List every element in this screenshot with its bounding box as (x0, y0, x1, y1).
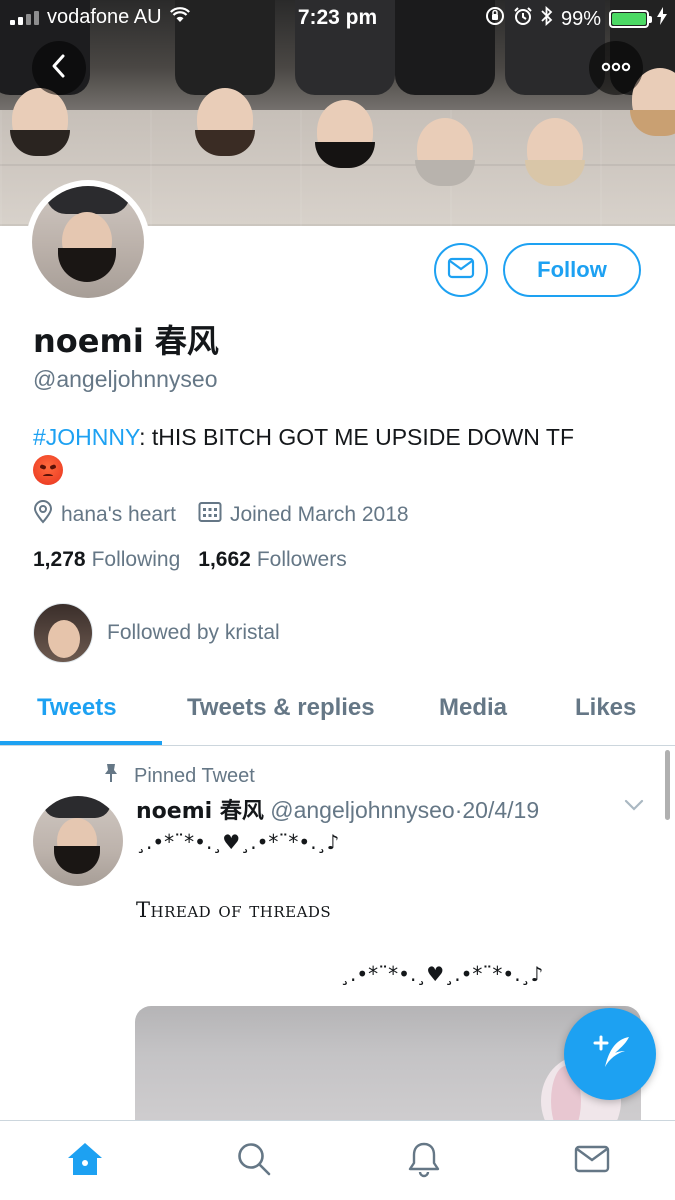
nav-home[interactable] (65, 1141, 105, 1181)
pinned-label-row: Pinned Tweet (102, 763, 255, 789)
profile-name: noemi 春风 (33, 322, 219, 360)
followers-link[interactable]: 1,662 Followers (198, 548, 346, 572)
bio-hashtag-link[interactable]: #JOHNNY (33, 424, 139, 450)
home-icon (66, 1141, 104, 1182)
followed-by-row[interactable]: Followed by kristal (33, 603, 280, 663)
followers-count: 1,662 (198, 548, 251, 571)
bluetooth-icon (541, 5, 553, 32)
bio-text: : tHIS BITCH GOT ME UPSIDE DOWN TF (139, 424, 574, 450)
tweet-options-button[interactable] (623, 798, 645, 817)
angry-face-emoji-icon (33, 455, 63, 485)
scrollbar[interactable] (665, 750, 670, 820)
search-icon (236, 1141, 272, 1182)
status-bar: vodafone AU 7:23 pm 99% (0, 0, 675, 36)
bottom-navigation (0, 1120, 675, 1200)
profile-tabs: Tweets Tweets & replies Media Likes (0, 680, 675, 746)
pin-icon (102, 763, 120, 789)
following-count: 1,278 (33, 548, 86, 571)
more-options-button[interactable] (589, 41, 643, 95)
tweet-text-line: Thread of threads (136, 898, 332, 922)
join-date: Joined March 2018 (198, 501, 409, 529)
tweet-header: noemi 春风 @angeljohnnyseo·20/4/19 (136, 793, 539, 825)
profile-handle: @angeljohnnyseo (33, 366, 218, 392)
nav-search[interactable] (234, 1141, 274, 1181)
tab-tweets-replies[interactable]: Tweets & replies (187, 694, 375, 722)
active-tab-indicator (0, 741, 162, 745)
avatar-image (32, 186, 144, 298)
battery-icon (609, 10, 652, 28)
followers-label: Followers (256, 548, 347, 571)
tab-likes[interactable]: Likes (575, 694, 636, 722)
follow-counts: 1,278 Following 1,662 Followers (33, 548, 347, 572)
follow-button[interactable]: Follow (503, 243, 641, 297)
charging-icon (657, 7, 667, 31)
messages-envelope-icon (574, 1144, 610, 1179)
follower-avatar (33, 603, 93, 663)
calendar-icon (198, 501, 222, 529)
chevron-left-icon (48, 52, 70, 85)
nav-notifications[interactable] (404, 1141, 444, 1181)
envelope-icon (447, 257, 475, 284)
tweet-text-line: ¸.•*¨*•.¸♥︎¸.•*¨*•.¸♪ (136, 830, 340, 854)
profile-bio: #JOHNNY: tHIS BITCH GOT ME UPSIDE DOWN T… (33, 420, 643, 488)
orientation-lock-icon (485, 6, 505, 32)
following-label: Following (91, 548, 181, 571)
tweet-author-name[interactable]: noemi 春风 (136, 799, 264, 824)
alarm-icon (513, 6, 533, 32)
following-link[interactable]: 1,278 Following (33, 548, 180, 572)
tweet-text-line: ¸.•*¨*•.¸♥︎¸.•*¨*•.¸♪ (340, 962, 544, 986)
location-pin-icon (33, 500, 53, 530)
profile-avatar[interactable] (26, 180, 150, 304)
message-button[interactable] (434, 243, 488, 297)
battery-percent: 99% (560, 7, 601, 30)
tweet-date: 20/4/19 (462, 797, 540, 823)
back-button[interactable] (32, 41, 86, 95)
location-text: hana's heart (61, 503, 176, 526)
compose-tweet-button[interactable] (564, 1008, 656, 1100)
join-date-text: Joined March 2018 (229, 503, 409, 526)
nav-messages[interactable] (572, 1141, 612, 1181)
profile-meta: hana's heart Joined March 2018 (33, 500, 431, 530)
location: hana's heart (33, 500, 176, 530)
pinned-label: Pinned Tweet (134, 764, 255, 787)
ellipsis-icon (601, 59, 631, 77)
followed-by-text: Followed by kristal (107, 621, 280, 644)
compose-tweet-icon (587, 1031, 633, 1078)
tab-media[interactable]: Media (439, 694, 507, 722)
tweet-author-handle: @angeljohnnyseo (270, 797, 455, 823)
tweet-avatar[interactable] (33, 796, 123, 886)
notifications-bell-icon (406, 1140, 442, 1183)
chevron-down-icon (623, 799, 645, 816)
tab-tweets[interactable]: Tweets (37, 694, 117, 722)
